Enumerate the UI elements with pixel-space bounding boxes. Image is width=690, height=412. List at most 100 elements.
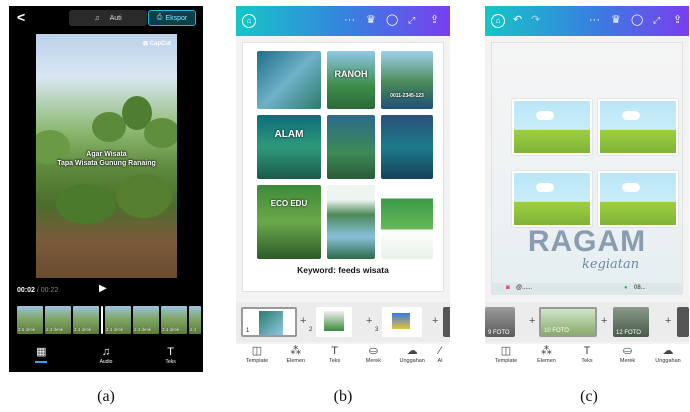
nav-text[interactable]: T Teks: [151, 346, 191, 365]
video-subtitle: Agar Wisata Tapa Wisata Gunung Ranaing: [36, 150, 177, 168]
canva-top-bar: ⌂ ··· ♛ ◯ ⤢ ⇪: [236, 6, 450, 36]
capcut-watermark: ⊠ CapCut: [142, 41, 171, 47]
feed-tile[interactable]: RANOH: [327, 51, 375, 109]
shapes-icon: ⁂: [290, 345, 302, 357]
cloud-icon: [622, 111, 640, 120]
timeline-clip[interactable]: 2.4 detik: [161, 306, 187, 334]
nav-audio[interactable]: ♫ Audio: [86, 346, 126, 365]
nav-elements[interactable]: ⁂ Elemen: [279, 344, 313, 372]
page-thumb[interactable]: [443, 307, 450, 337]
photo-frame[interactable]: [512, 171, 592, 227]
nav-uploads[interactable]: ☁ Unggahan: [395, 344, 429, 372]
add-page-icon[interactable]: +: [601, 315, 607, 327]
nav-template[interactable]: ◫ Template: [489, 344, 523, 372]
page-thumb[interactable]: 9 FOTO: [485, 307, 515, 337]
nav-template[interactable]: ◫ Template: [240, 344, 274, 372]
feed-tile[interactable]: [327, 185, 375, 259]
add-page-icon[interactable]: +: [665, 315, 671, 327]
timeline-clip[interactable]: 2.4 detik: [105, 306, 131, 334]
comment-icon[interactable]: ◯: [386, 14, 398, 26]
text-icon: T: [331, 345, 338, 357]
page-thumb[interactable]: [677, 307, 689, 337]
cloud-icon: [536, 111, 554, 120]
feed-tile[interactable]: [381, 185, 433, 259]
timeline-strip[interactable]: 3.6 detik 2.4 detik 2.4 detik 2.4 detik …: [17, 306, 203, 334]
music-note-icon: ♫: [94, 14, 100, 22]
timeline-clip[interactable]: 2.4 detik: [45, 306, 71, 334]
nav-text[interactable]: T Teks: [570, 344, 604, 372]
design-subtitle[interactable]: kegiatan: [582, 257, 639, 272]
add-page-icon[interactable]: +: [366, 315, 372, 327]
redo-icon[interactable]: ↷: [531, 14, 540, 26]
page-thumb[interactable]: 10 FOTO: [539, 307, 597, 337]
more-icon[interactable]: ···: [589, 14, 600, 26]
film-icon: ▦: [36, 346, 47, 358]
page-thumb[interactable]: 12 FOTO: [613, 307, 649, 337]
share-icon[interactable]: ⇪: [430, 14, 439, 26]
feed-tile[interactable]: 0011-2345-123: [381, 51, 433, 109]
photo-frame[interactable]: [598, 99, 678, 155]
canva-bottom-nav: ◫ Template ⁂ Elemen T Teks ⛀ Merek ☁ Unggahan…: [236, 344, 450, 372]
feed-tile[interactable]: [381, 115, 433, 179]
home-icon[interactable]: ⌂: [242, 14, 256, 28]
undo-icon[interactable]: ↶: [513, 14, 522, 26]
crown-icon[interactable]: ♛: [366, 14, 376, 26]
add-page-icon[interactable]: +: [529, 315, 535, 327]
expand-icon[interactable]: ⤢: [408, 14, 415, 26]
nav-elements[interactable]: ⁂ Elemen: [530, 344, 564, 372]
subtitle-line-2: Tapa Wisata Gunung Ranaing: [57, 160, 156, 167]
subtitle-line-1: Agar Wisata: [86, 151, 127, 158]
canva-bottom-nav: ◫ Template ⁂ Elemen T Teks ⛀ Merek ☁ Unggahan: [485, 344, 689, 372]
nav-uploads[interactable]: ☁ Unggahan: [651, 344, 685, 372]
timeline-clip[interactable]: 2.4 detik: [133, 306, 159, 334]
photo-frame[interactable]: [598, 171, 678, 227]
design-footer: ◙ @...... ● 08...: [492, 283, 682, 295]
nav-brand[interactable]: ⛀ Merek: [611, 344, 645, 372]
page-thumb[interactable]: [316, 307, 352, 337]
cloud-icon: [622, 183, 640, 192]
timeline-clip[interactable]: 3.6 detik: [17, 306, 43, 334]
timeline-clip[interactable]: 2.4 detik: [73, 306, 99, 334]
nav-text[interactable]: T Teks: [318, 344, 352, 372]
nav-more[interactable]: ⁄ Al: [434, 344, 446, 372]
comment-icon[interactable]: ◯: [631, 14, 643, 26]
nav-text-label: Teks: [165, 359, 176, 365]
cloud-upload-icon: ☁: [406, 345, 418, 357]
resolution-selector[interactable]: ♫ Auti: [69, 10, 147, 26]
nav-audio-label: Audio: [99, 359, 113, 365]
whatsapp-icon: ●: [624, 285, 628, 291]
feed-tile[interactable]: [257, 51, 321, 109]
caption-c: (c): [580, 388, 598, 405]
video-preview[interactable]: ⊠ CapCut Agar Wisata Tapa Wisata Gunung …: [36, 34, 177, 278]
export-button[interactable]: ⎙ Ekspor: [148, 10, 196, 26]
add-page-icon[interactable]: +: [300, 315, 306, 327]
page-thumb[interactable]: 1: [241, 307, 297, 337]
feed-grid: RANOH 0011-2345-123 ALAM ECO EDU: [257, 51, 433, 259]
home-icon[interactable]: ⌂: [491, 14, 505, 28]
add-page-icon[interactable]: +: [432, 315, 438, 327]
capcut-editor-panel: < ♫ Auti ⎙ Ekspor ⊠ CapCut Agar Wisata T…: [9, 6, 203, 372]
design-title[interactable]: RAGAM: [492, 225, 682, 259]
feed-tile[interactable]: ALAM: [257, 115, 321, 179]
playhead[interactable]: [101, 306, 103, 334]
playback-time: 00:02 / 00:22: [17, 287, 58, 294]
design-page[interactable]: RANOH 0011-2345-123 ALAM ECO EDU Keyword…: [242, 42, 444, 292]
feed-tile[interactable]: ECO EDU: [257, 185, 321, 259]
design-page[interactable]: RAGAM kegiatan ◙ @...... ● 08...: [491, 42, 683, 295]
shapes-icon: ⁂: [541, 345, 552, 357]
brand-icon: ⛀: [622, 345, 633, 357]
page-thumb[interactable]: [382, 307, 422, 337]
back-icon[interactable]: <: [17, 9, 25, 25]
timeline-clip[interactable]: 2.4: [189, 306, 201, 334]
caption-a: (a): [97, 388, 115, 405]
play-icon[interactable]: ▶: [99, 283, 107, 294]
feed-tile[interactable]: [327, 115, 375, 179]
nav-edit[interactable]: ▦: [21, 346, 61, 363]
more-icon[interactable]: ···: [344, 14, 355, 26]
photo-frame[interactable]: [512, 99, 592, 155]
nav-brand[interactable]: ⛀ Merek: [356, 344, 390, 372]
crown-icon[interactable]: ♛: [611, 14, 621, 26]
expand-icon[interactable]: ⤢: [653, 14, 660, 26]
share-icon[interactable]: ⇪: [673, 14, 682, 26]
music-note-icon: ♫: [101, 346, 111, 358]
